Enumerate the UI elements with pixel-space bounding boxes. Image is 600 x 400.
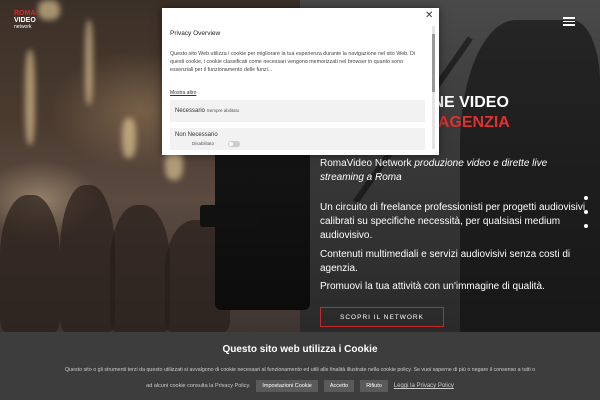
cookie-bar-actions: ad alcuni cookie consulta la Privacy Pol…	[0, 379, 600, 393]
slide-dot[interactable]	[584, 224, 588, 228]
not-necessary-status: Disabilitato	[192, 141, 215, 146]
cookie-bar-text: Questo sito o gli strumenti terzi da que…	[64, 367, 536, 373]
close-icon[interactable]: ✕	[425, 11, 433, 21]
hero-tagline: RomaVideo Network produzione video e dir…	[320, 157, 565, 185]
modal-title: Privacy Overview	[170, 30, 221, 37]
crowd-figure	[110, 205, 170, 332]
hamburger-bar	[563, 17, 575, 19]
logo-text-video: VIDEO	[14, 17, 36, 24]
crowd-figure	[60, 185, 115, 332]
logo-text-roma: ROMA	[14, 10, 36, 17]
hero-paragraph: Contenuti multimediali e servizi audiovi…	[320, 249, 571, 274]
accept-button[interactable]: Accetto	[323, 380, 355, 392]
crowd-figure	[0, 195, 60, 332]
not-necessary-toggle[interactable]	[228, 141, 240, 147]
camera-silhouette	[215, 150, 310, 310]
modal-scrollbar-thumb[interactable]	[432, 34, 435, 92]
slide-dot[interactable]	[584, 210, 588, 214]
privacy-overview-modal: ✕ Privacy Overview Questo sito Web utili…	[162, 8, 439, 155]
reject-button[interactable]: Rifiuto	[360, 380, 388, 392]
necessary-label: Necessario Sempre abilitato	[175, 108, 239, 114]
cookie-bar-title: Questo sito web utilizza i Cookie	[222, 344, 378, 355]
cookie-bar: Questo sito web utilizza i Cookie Questo…	[0, 332, 600, 400]
slide-dot[interactable]	[584, 196, 588, 200]
hamburger-bar	[563, 24, 575, 26]
not-necessary-cookies-row[interactable]: Non Necessario Disabilitato	[170, 128, 425, 150]
necessary-title: Necessario	[175, 108, 206, 114]
not-necessary-title: Non Necessario	[175, 132, 218, 138]
discover-network-button[interactable]: SCOPRI IL NETWORK	[320, 307, 444, 327]
cookie-settings-button[interactable]: Impostazioni Cookie	[256, 380, 318, 392]
logo-text-network: network	[14, 24, 32, 30]
tagline-brand: RomaVideo Network	[320, 158, 412, 169]
cookie-bar-text-2: ad alcuni cookie consulta la Privacy Pol…	[146, 383, 251, 389]
hamburger-icon[interactable]	[563, 17, 575, 26]
modal-body: Questo sito Web utilizza i cookie per mi…	[170, 51, 416, 73]
slide-dots	[584, 196, 588, 238]
hero-paragraph: Promuovi la tua attività con un'immagine…	[320, 281, 545, 292]
necessary-status: Sempre abilitato	[206, 108, 240, 113]
stage-light	[85, 20, 93, 105]
privacy-policy-link[interactable]: Leggi la Privacy Policy	[394, 383, 454, 389]
necessary-cookies-row[interactable]: Necessario Sempre abilitato	[170, 100, 425, 122]
hero-paragraph: Un circuito di freelance professionisti …	[320, 202, 586, 241]
camera-lens	[200, 205, 260, 227]
hamburger-bar	[563, 20, 575, 22]
site-logo[interactable]: ROMA VIDEO network	[14, 10, 52, 36]
show-more-link[interactable]: Mostra altro	[170, 90, 196, 96]
stage-light	[122, 118, 136, 158]
stage-light	[25, 50, 35, 145]
